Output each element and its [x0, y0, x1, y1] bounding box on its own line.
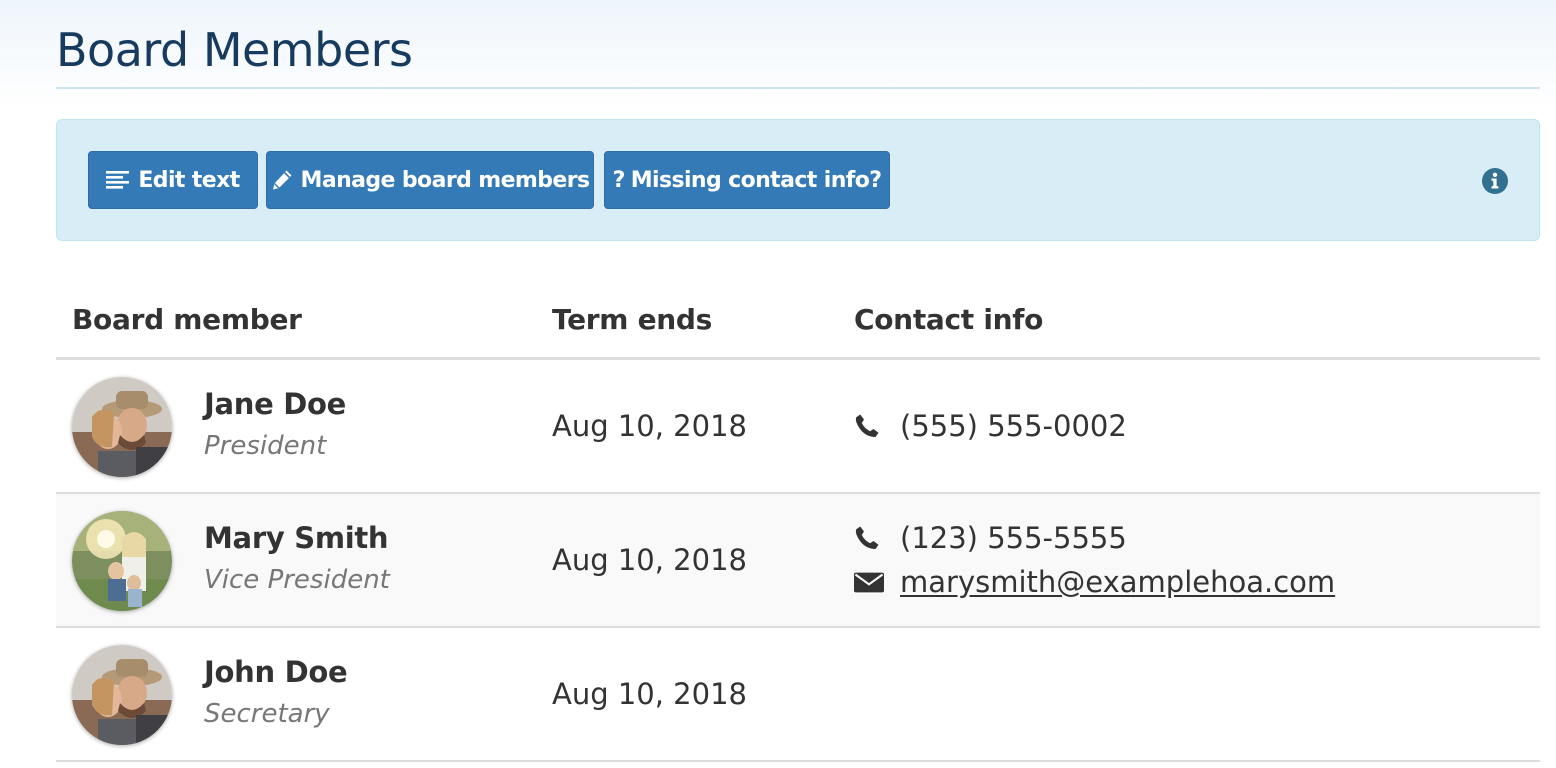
- align-left-icon: [106, 170, 130, 190]
- avatar: [72, 377, 172, 477]
- phone-number: (555) 555-0002: [900, 409, 1127, 443]
- email-link[interactable]: marysmith@examplehoa.com: [900, 562, 1335, 602]
- term-ends-value: Aug 10, 2018: [552, 409, 747, 443]
- member-name: John Doe: [204, 655, 348, 689]
- info-circle-icon[interactable]: [1481, 167, 1509, 195]
- member-role: Secretary: [204, 699, 330, 729]
- member-name: Mary Smith: [204, 521, 389, 555]
- email-contact: marysmith@examplehoa.com: [854, 562, 1335, 602]
- member-role: Vice President: [204, 565, 390, 595]
- term-ends-value: Aug 10, 2018: [552, 677, 747, 711]
- edit-text-button[interactable]: Edit text: [88, 151, 258, 209]
- edit-text-label: Edit text: [138, 167, 240, 193]
- table-header: Board member Term ends Contact info: [56, 270, 1540, 360]
- phone-contact: (123) 555-5555: [854, 518, 1127, 558]
- manage-board-members-label: Manage board members: [300, 167, 591, 193]
- phone-contact: (555) 555-0002: [854, 406, 1127, 446]
- missing-contact-info-button[interactable]: ? Missing contact info?: [604, 151, 890, 209]
- pencil-icon: [271, 169, 293, 191]
- avatar: [72, 511, 172, 611]
- page-title: Board Members: [56, 23, 413, 77]
- phone-number: (123) 555-5555: [900, 521, 1127, 555]
- avatar: [72, 645, 172, 745]
- manage-board-members-button[interactable]: Manage board members: [266, 151, 594, 209]
- question-icon: ?: [612, 167, 626, 193]
- envelope-icon: [854, 570, 884, 594]
- table-row: Mary Smith Vice President Aug 10, 2018 (…: [56, 494, 1540, 628]
- phone-icon: [854, 413, 884, 439]
- term-ends-value: Aug 10, 2018: [552, 543, 747, 577]
- admin-toolbar: Edit text Manage board members ? Missing…: [56, 119, 1540, 241]
- column-header-contact-info: Contact info: [854, 303, 1044, 336]
- missing-contact-info-label: Missing contact info?: [630, 167, 882, 193]
- title-divider: [56, 87, 1540, 89]
- member-name: Jane Doe: [204, 387, 347, 421]
- column-header-term-ends: Term ends: [552, 303, 713, 336]
- board-members-table: Board member Term ends Contact info Jane…: [56, 270, 1540, 762]
- table-row: John Doe Secretary Aug 10, 2018: [56, 628, 1540, 762]
- table-row: Jane Doe President Aug 10, 2018 (555) 55…: [56, 360, 1540, 494]
- column-header-board-member: Board member: [72, 303, 302, 336]
- member-role: President: [204, 431, 327, 461]
- phone-icon: [854, 525, 884, 551]
